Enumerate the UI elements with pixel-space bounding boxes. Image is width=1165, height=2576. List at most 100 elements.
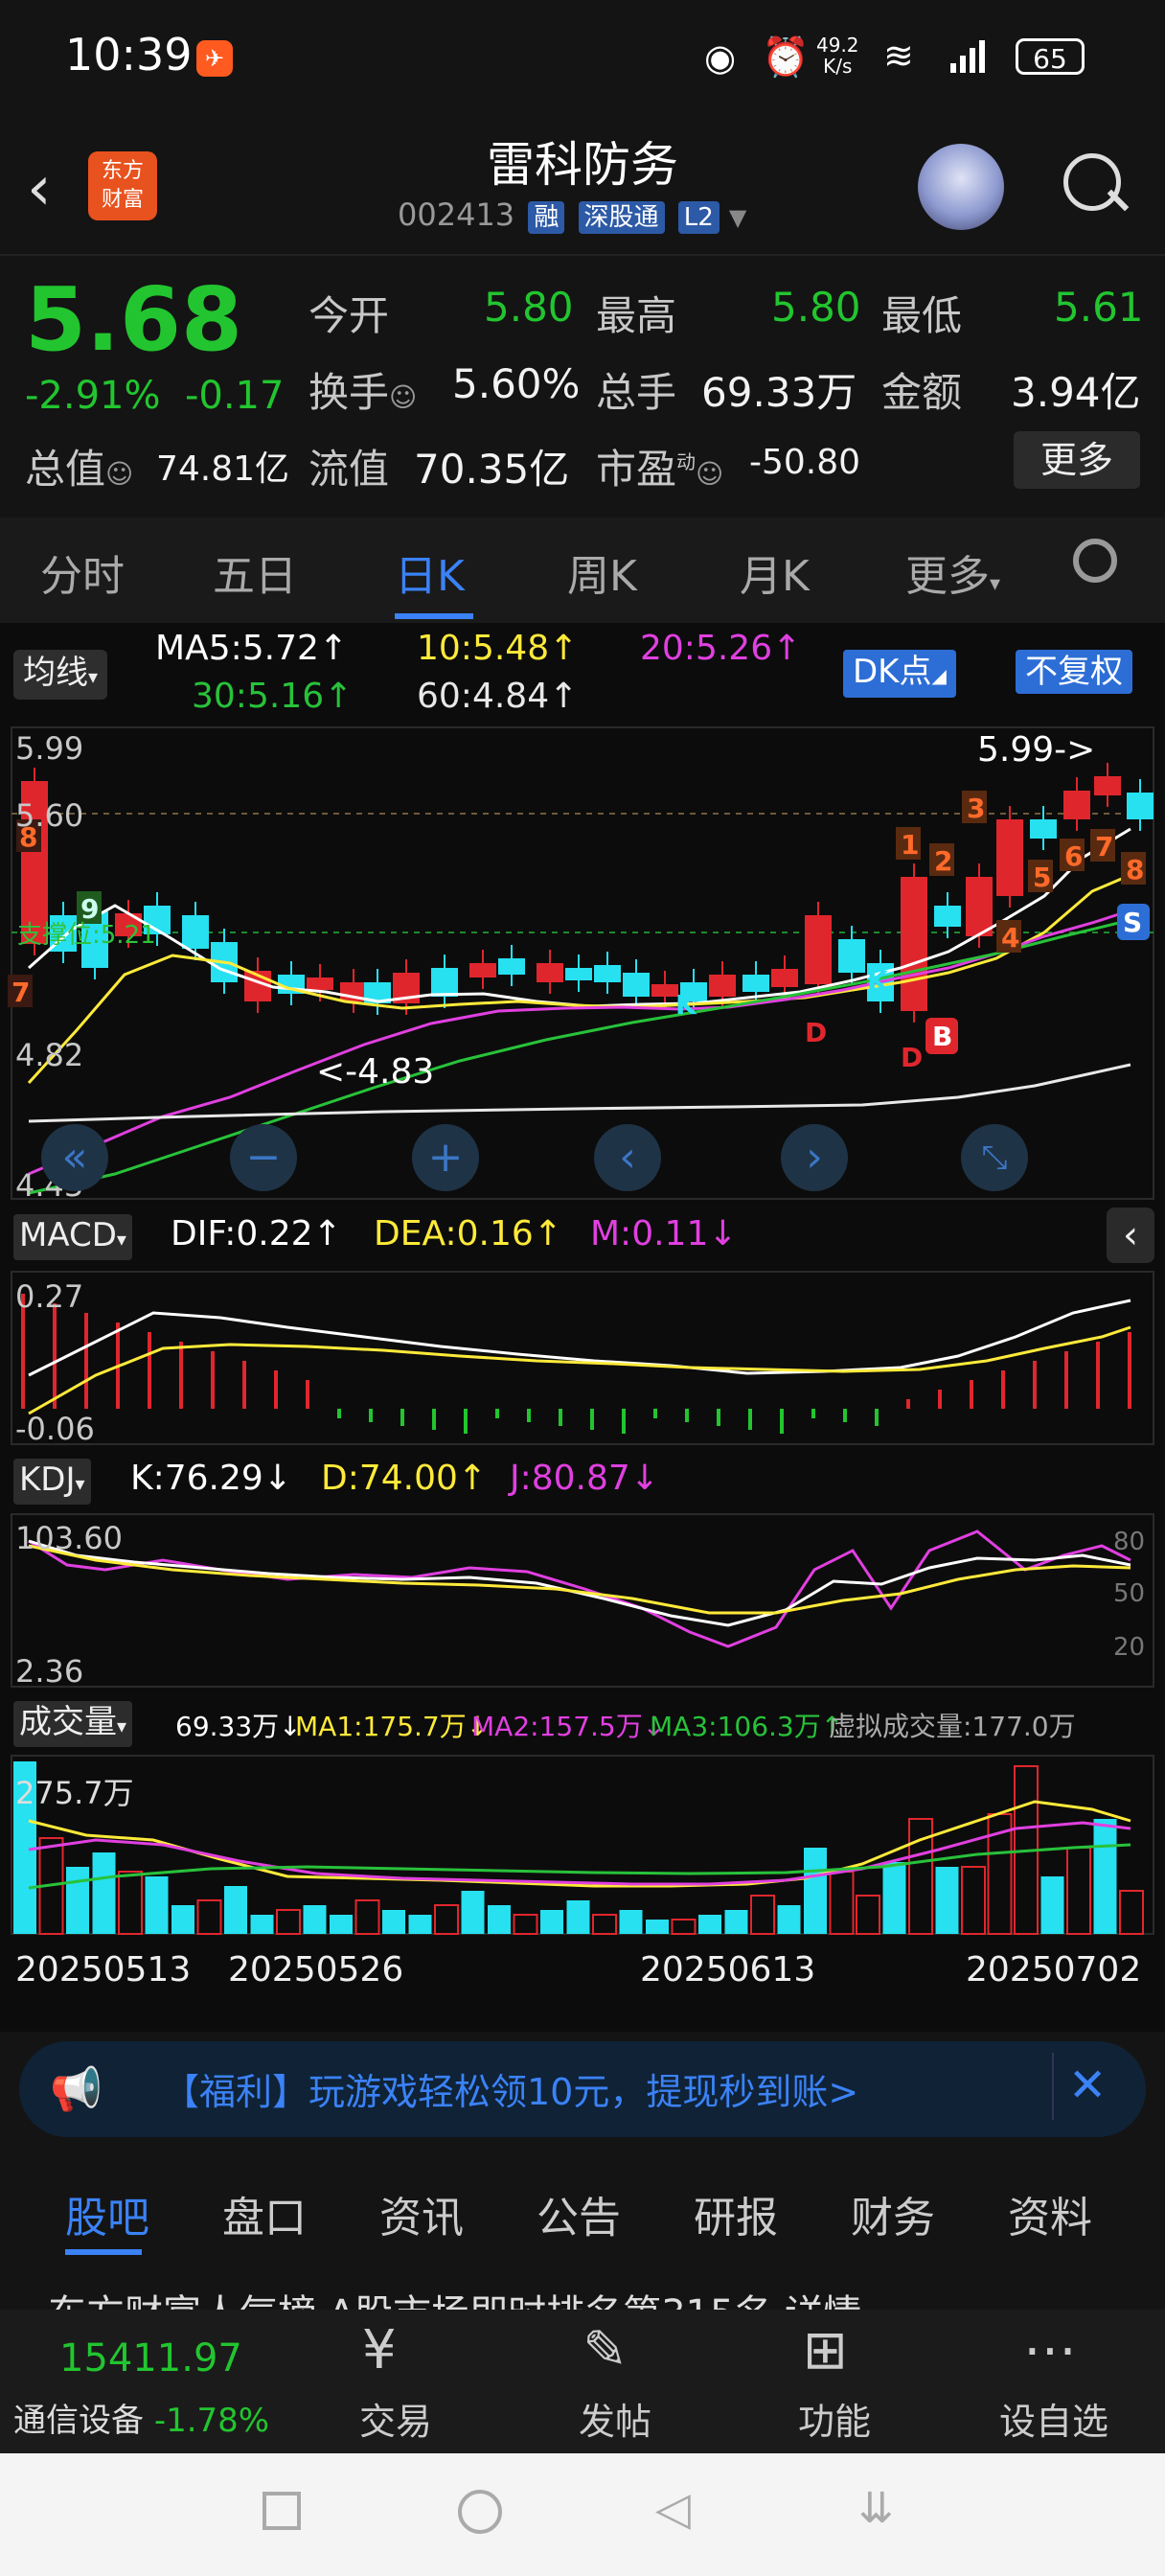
tag-margin: 融 (528, 201, 565, 234)
tab-more[interactable]: 更多▾ (905, 541, 1000, 603)
nav-post[interactable]: 发帖 (538, 2392, 692, 2445)
tab-announcements[interactable]: 公告 (537, 2183, 621, 2244)
virtual-volume: 虚拟成交量:177.0万 (829, 1711, 1076, 1742)
svg-text:1: 1 (901, 829, 919, 861)
more-button[interactable]: 更多 (1014, 431, 1140, 489)
svg-text:5: 5 (1033, 862, 1051, 893)
add-watchlist-icon[interactable]: ⋯ (1023, 2319, 1077, 2381)
tab-guba[interactable]: 股吧 (65, 2183, 149, 2244)
kdj-selector[interactable]: KDJ▾ (13, 1459, 91, 1505)
back-nav-icon[interactable]: ◁ (655, 2482, 691, 2536)
tab-profile[interactable]: 资料 (1008, 2183, 1092, 2244)
dk-point-button[interactable]: DK点◢ (843, 650, 956, 698)
svg-text:6: 6 (1064, 840, 1083, 872)
support-level-label: 支撑位:5.21 (17, 921, 156, 950)
tab-finance[interactable]: 财务 (851, 2183, 935, 2244)
assistant-robot-icon[interactable] (918, 144, 1004, 230)
adjustment-button[interactable]: 不复权 (1016, 650, 1132, 694)
volume-ma3: MA3:106.3万↑ (650, 1711, 844, 1742)
home-icon[interactable] (458, 2490, 502, 2534)
promo-text[interactable]: 【福利】玩游戏轻松领10元，提现秒到账> (163, 2062, 858, 2115)
menu-down-icon[interactable]: ⇊ (858, 2484, 894, 2533)
wifi-icon: ≋ (883, 34, 914, 77)
macd-bar (211, 1351, 215, 1409)
recent-apps-icon[interactable] (263, 2492, 301, 2530)
kdj-k: K:76.29↓ (130, 1459, 292, 1498)
kdj-top-tick: 103.60 (15, 1520, 123, 1556)
nav-add-watchlist[interactable]: 设自选 (977, 2392, 1131, 2445)
svg-text:3: 3 (967, 793, 985, 824)
volume-bar (118, 1871, 143, 1935)
tab-weekly-k[interactable]: 周K (567, 541, 637, 603)
scroll-left-icon[interactable]: ‹ (594, 1124, 661, 1191)
macd-selector[interactable]: MACD▾ (13, 1214, 132, 1260)
volume-bar (461, 1891, 485, 1934)
fullscreen-icon[interactable]: ⤡ (961, 1124, 1028, 1191)
turnover-value: 5.60% (452, 360, 581, 407)
macd-bar (369, 1409, 373, 1422)
zoom-in-icon[interactable]: + (412, 1124, 479, 1191)
info-icon[interactable]: ☺ (105, 458, 133, 490)
index-value[interactable]: 15411.97 (59, 2336, 242, 2380)
stock-code-line[interactable]: 002413 融 深股通 L2 ▼ (398, 196, 746, 234)
scroll-right-icon[interactable]: › (781, 1124, 848, 1191)
svg-text:8: 8 (1126, 854, 1144, 886)
volume-bar (777, 1905, 801, 1934)
macd-bar (653, 1409, 657, 1418)
post-icon[interactable]: ✎ (582, 2319, 628, 2381)
candle-body (431, 968, 458, 997)
volume-top-tick: 275.7万 (15, 1775, 134, 1811)
turnover-label: 换手☺ (308, 369, 418, 416)
scroll-left-fast-icon[interactable]: « (41, 1124, 108, 1191)
svg-text:4: 4 (1001, 922, 1019, 954)
vol-ma2-line (28, 1821, 1131, 1886)
macd-bar (84, 1313, 88, 1409)
ma5-label: MA5:5.72↑ (155, 629, 349, 668)
high-marker: 5.99-> (977, 730, 1096, 770)
banner-divider (1052, 2053, 1054, 2120)
close-icon[interactable]: ✕ (1068, 2058, 1107, 2112)
kdj-chart[interactable] (0, 1512, 1165, 1690)
tab-news[interactable]: 资讯 (379, 2183, 464, 2244)
price-change: -2.91% -0.17 (25, 374, 285, 418)
candle-body (771, 969, 798, 987)
ma-selector[interactable]: 均线▾ (13, 650, 108, 700)
volume-bar (276, 1909, 301, 1935)
d-line (28, 1544, 1131, 1615)
eye-icon: ◉ (704, 36, 737, 79)
tab-monthly-k[interactable]: 月K (740, 541, 810, 603)
volume-bar (961, 1866, 986, 1935)
status-time: 10:39 (65, 29, 193, 80)
tab-five-day[interactable]: 五日 (213, 541, 297, 603)
tab-pankou[interactable]: 盘口 (222, 2183, 307, 2244)
macd-bar (811, 1409, 815, 1418)
functions-icon[interactable]: ⊞ (803, 2319, 848, 2381)
float-value-label: 流值 (308, 446, 390, 493)
info-icon[interactable]: ☺ (389, 381, 417, 413)
macd-chart[interactable] (0, 1270, 1165, 1447)
macd-bottom-tick: -0.06 (15, 1411, 95, 1447)
search-icon[interactable] (1063, 153, 1121, 211)
macd-bar (148, 1332, 151, 1409)
index-name[interactable]: 通信设备 -1.78% (13, 2394, 269, 2441)
macd-bar (970, 1380, 973, 1409)
nav-trade[interactable]: 交易 (319, 2392, 472, 2445)
amount-value: 3.94亿 (1011, 369, 1141, 416)
volume-bar (224, 1886, 247, 1934)
macd-bar (685, 1409, 689, 1422)
tab-research[interactable]: 研报 (694, 2183, 778, 2244)
pe-value: -50.80 (749, 443, 861, 482)
tab-intraday[interactable]: 分时 (40, 541, 125, 603)
nav-functions[interactable]: 功能 (758, 2392, 911, 2445)
macd-bar (938, 1390, 942, 1409)
info-icon[interactable]: ☺ (696, 458, 723, 490)
macd-bar (780, 1409, 784, 1434)
volume-chart[interactable] (0, 1754, 1165, 1936)
volume-selector[interactable]: 成交量▾ (13, 1701, 133, 1747)
trade-icon[interactable]: ¥ (362, 2319, 397, 2381)
collapse-panel-icon[interactable]: ‹ (1107, 1208, 1154, 1263)
zoom-out-icon[interactable]: − (230, 1124, 297, 1191)
gear-icon[interactable] (1073, 539, 1117, 583)
macd-dif: DIF:0.22↑ (171, 1214, 342, 1254)
tab-daily-k[interactable]: 日K (395, 541, 465, 603)
